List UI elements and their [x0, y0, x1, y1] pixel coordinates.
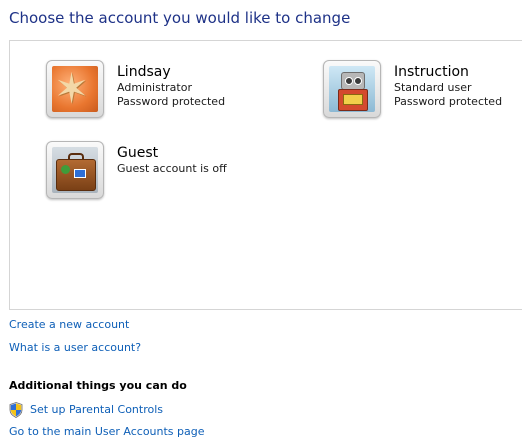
- account-lindsay[interactable]: ✶ Lindsay Administrator Password protect…: [46, 60, 286, 122]
- account-password-status: Password protected: [394, 95, 503, 108]
- account-picture-frame: ✶: [46, 60, 104, 118]
- account-status: Guest account is off: [117, 162, 227, 175]
- accounts-panel: ✶ Lindsay Administrator Password protect…: [9, 40, 522, 310]
- user-accounts-page: Choose the account you would like to cha…: [0, 0, 522, 438]
- page-title: Choose the account you would like to cha…: [9, 9, 351, 27]
- account-name: Lindsay: [117, 64, 171, 80]
- account-name: Guest: [117, 145, 159, 161]
- account-type: Administrator: [117, 81, 192, 94]
- what-is-user-account-link[interactable]: What is a user account?: [9, 341, 141, 354]
- account-info: Lindsay Administrator Password protected: [117, 64, 277, 109]
- suitcase-icon: [52, 147, 98, 193]
- robot-icon: [329, 66, 375, 112]
- account-picture-frame: [46, 141, 104, 199]
- account-info: Instruction Standard user Password prote…: [394, 64, 522, 109]
- account-info: Guest Guest account is off: [117, 145, 277, 176]
- shield-icon: [9, 402, 23, 418]
- create-account-link[interactable]: Create a new account: [9, 318, 129, 331]
- account-type: Standard user: [394, 81, 472, 94]
- account-name: Instruction: [394, 64, 469, 80]
- account-picture-frame: [323, 60, 381, 118]
- account-instruction[interactable]: Instruction Standard user Password prote…: [323, 60, 522, 122]
- main-user-accounts-link[interactable]: Go to the main User Accounts page: [9, 425, 205, 438]
- additional-section-heading: Additional things you can do: [9, 379, 187, 392]
- parental-controls-link[interactable]: Set up Parental Controls: [30, 403, 163, 416]
- starfish-icon: ✶: [52, 66, 98, 112]
- account-password-status: Password protected: [117, 95, 226, 108]
- account-guest[interactable]: Guest Guest account is off: [46, 141, 286, 203]
